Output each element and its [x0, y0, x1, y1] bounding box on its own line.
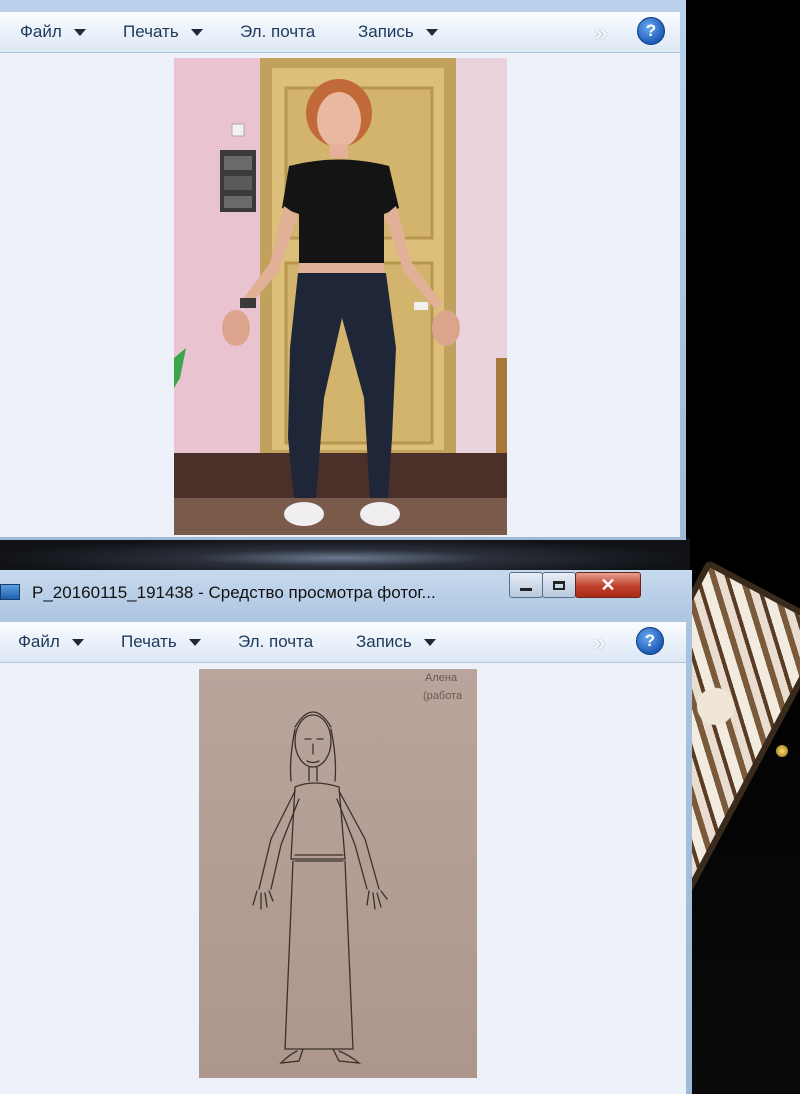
double-chevron-right-icon[interactable]: » — [593, 630, 605, 656]
menu-print[interactable]: Печать — [121, 632, 201, 652]
drawing-content: Алена (работа — [252, 672, 463, 1064]
menu-print-label: Печать — [123, 22, 179, 41]
menu-burn-label: Запись — [356, 632, 412, 651]
menu-file[interactable]: Файл — [18, 632, 84, 652]
menu-burn[interactable]: Запись — [356, 632, 436, 652]
menu-file-label: Файл — [18, 632, 60, 651]
minimize-button[interactable] — [509, 572, 543, 598]
menu-file[interactable]: Файл — [20, 22, 86, 42]
photo-woman-standing — [174, 58, 507, 535]
chevron-down-icon — [73, 28, 86, 36]
menu-email[interactable]: Эл. почта — [238, 632, 313, 652]
image-view-area[interactable] — [0, 53, 680, 537]
window-controls: ✕ — [509, 572, 641, 602]
image-view-area[interactable]: Алена (работа — [0, 663, 686, 1094]
chevron-down-icon — [188, 638, 201, 646]
close-button[interactable]: ✕ — [575, 572, 641, 598]
double-chevron-right-icon[interactable]: » — [595, 20, 607, 46]
drawing-note-line2: (работа — [423, 690, 463, 702]
chevron-down-icon — [190, 28, 203, 36]
desktop-wallpaper-right — [686, 0, 800, 1094]
menu-email-label: Эл. почта — [240, 22, 316, 41]
help-icon[interactable]: ? — [636, 627, 664, 655]
chevron-down-icon — [425, 28, 438, 36]
photo-pencil-drawing: Алена (работа — [199, 669, 477, 1078]
photo-viewer-window-bottom[interactable]: P_20160115_191438 - Средство просмотра ф… — [0, 570, 692, 1094]
maximize-button[interactable] — [542, 572, 576, 598]
photo-viewer-icon — [0, 584, 20, 600]
menu-email-label: Эл. почта — [238, 632, 314, 651]
menu-burn[interactable]: Запись — [358, 22, 438, 42]
menu-burn-label: Запись — [358, 22, 414, 41]
help-label: ? — [645, 21, 657, 40]
window-title: P_20160115_191438 - Средство просмотра ф… — [32, 583, 436, 602]
help-icon[interactable]: ? — [637, 17, 665, 45]
drawing-note-line1: Алена — [425, 672, 458, 684]
menu-email[interactable]: Эл. почта — [240, 22, 315, 42]
chevron-down-icon — [71, 638, 84, 646]
photo-content — [174, 58, 507, 535]
menu-print[interactable]: Печать — [123, 22, 203, 42]
photo-viewer-window-top[interactable]: Файл Печать Эл. почта Запись » ? — [0, 0, 686, 540]
chevron-down-icon — [423, 638, 436, 646]
command-bar: Файл Печать Эл. почта Запись » ? — [0, 12, 680, 53]
title-bar[interactable]: P_20160115_191438 - Средство просмотра ф… — [0, 570, 692, 614]
help-label: ? — [644, 631, 656, 650]
close-icon: ✕ — [600, 575, 616, 595]
desktop-wallpaper-ornament — [776, 745, 788, 757]
menu-file-label: Файл — [20, 22, 62, 41]
minimize-icon — [520, 587, 532, 591]
maximize-icon — [553, 580, 565, 590]
command-bar: Файл Печать Эл. почта Запись » ? — [0, 622, 686, 663]
menu-print-label: Печать — [121, 632, 177, 651]
